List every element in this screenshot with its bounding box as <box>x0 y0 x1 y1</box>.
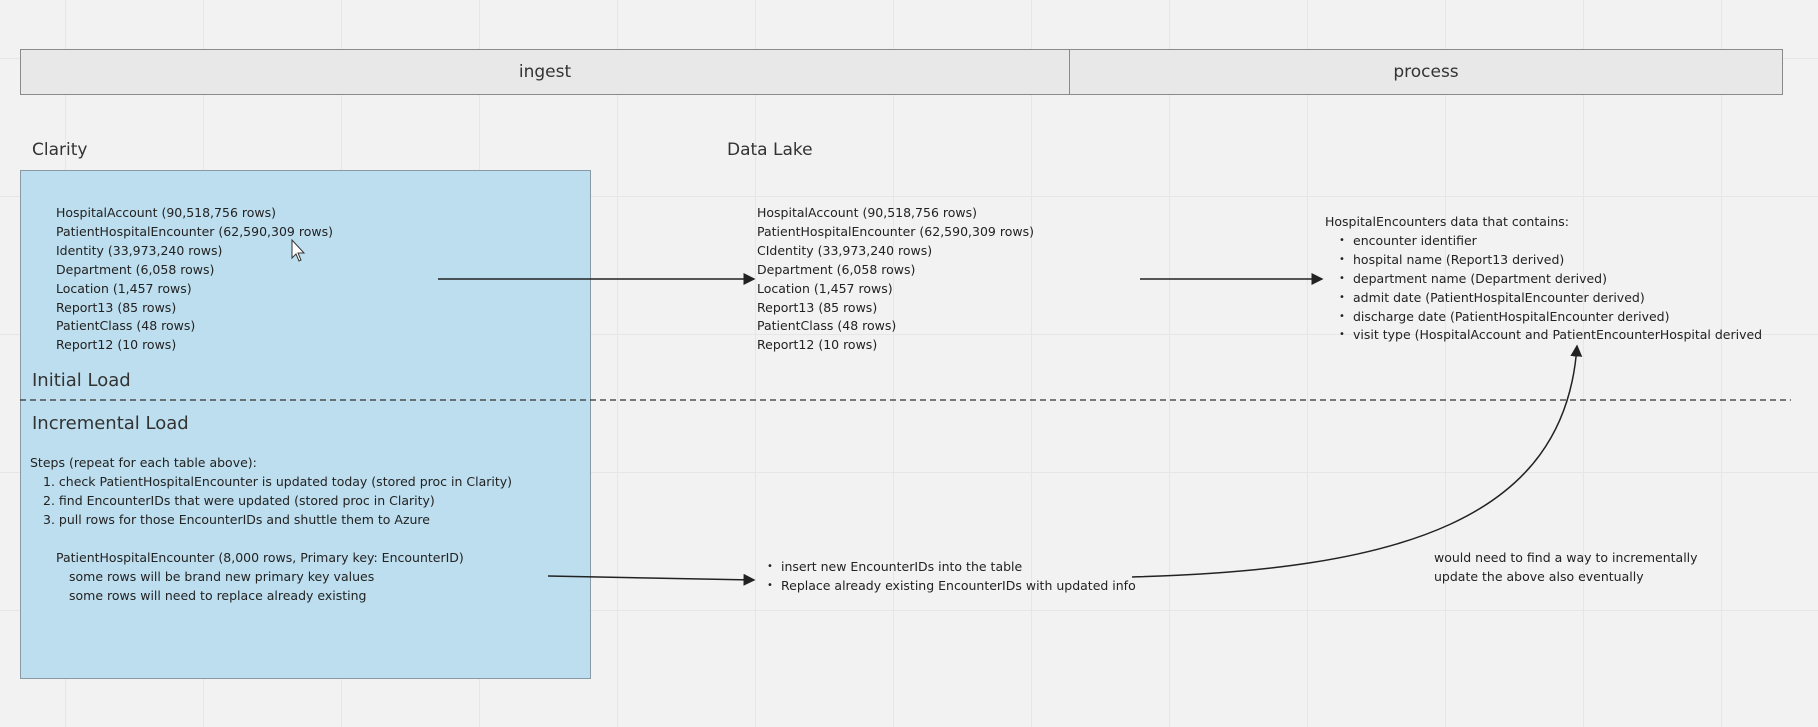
cursor-icon <box>291 238 306 262</box>
arrow-incremental-to-datalake <box>547 573 756 586</box>
connectors <box>20 238 1791 586</box>
arrow-curve-to-process <box>1131 344 1583 578</box>
